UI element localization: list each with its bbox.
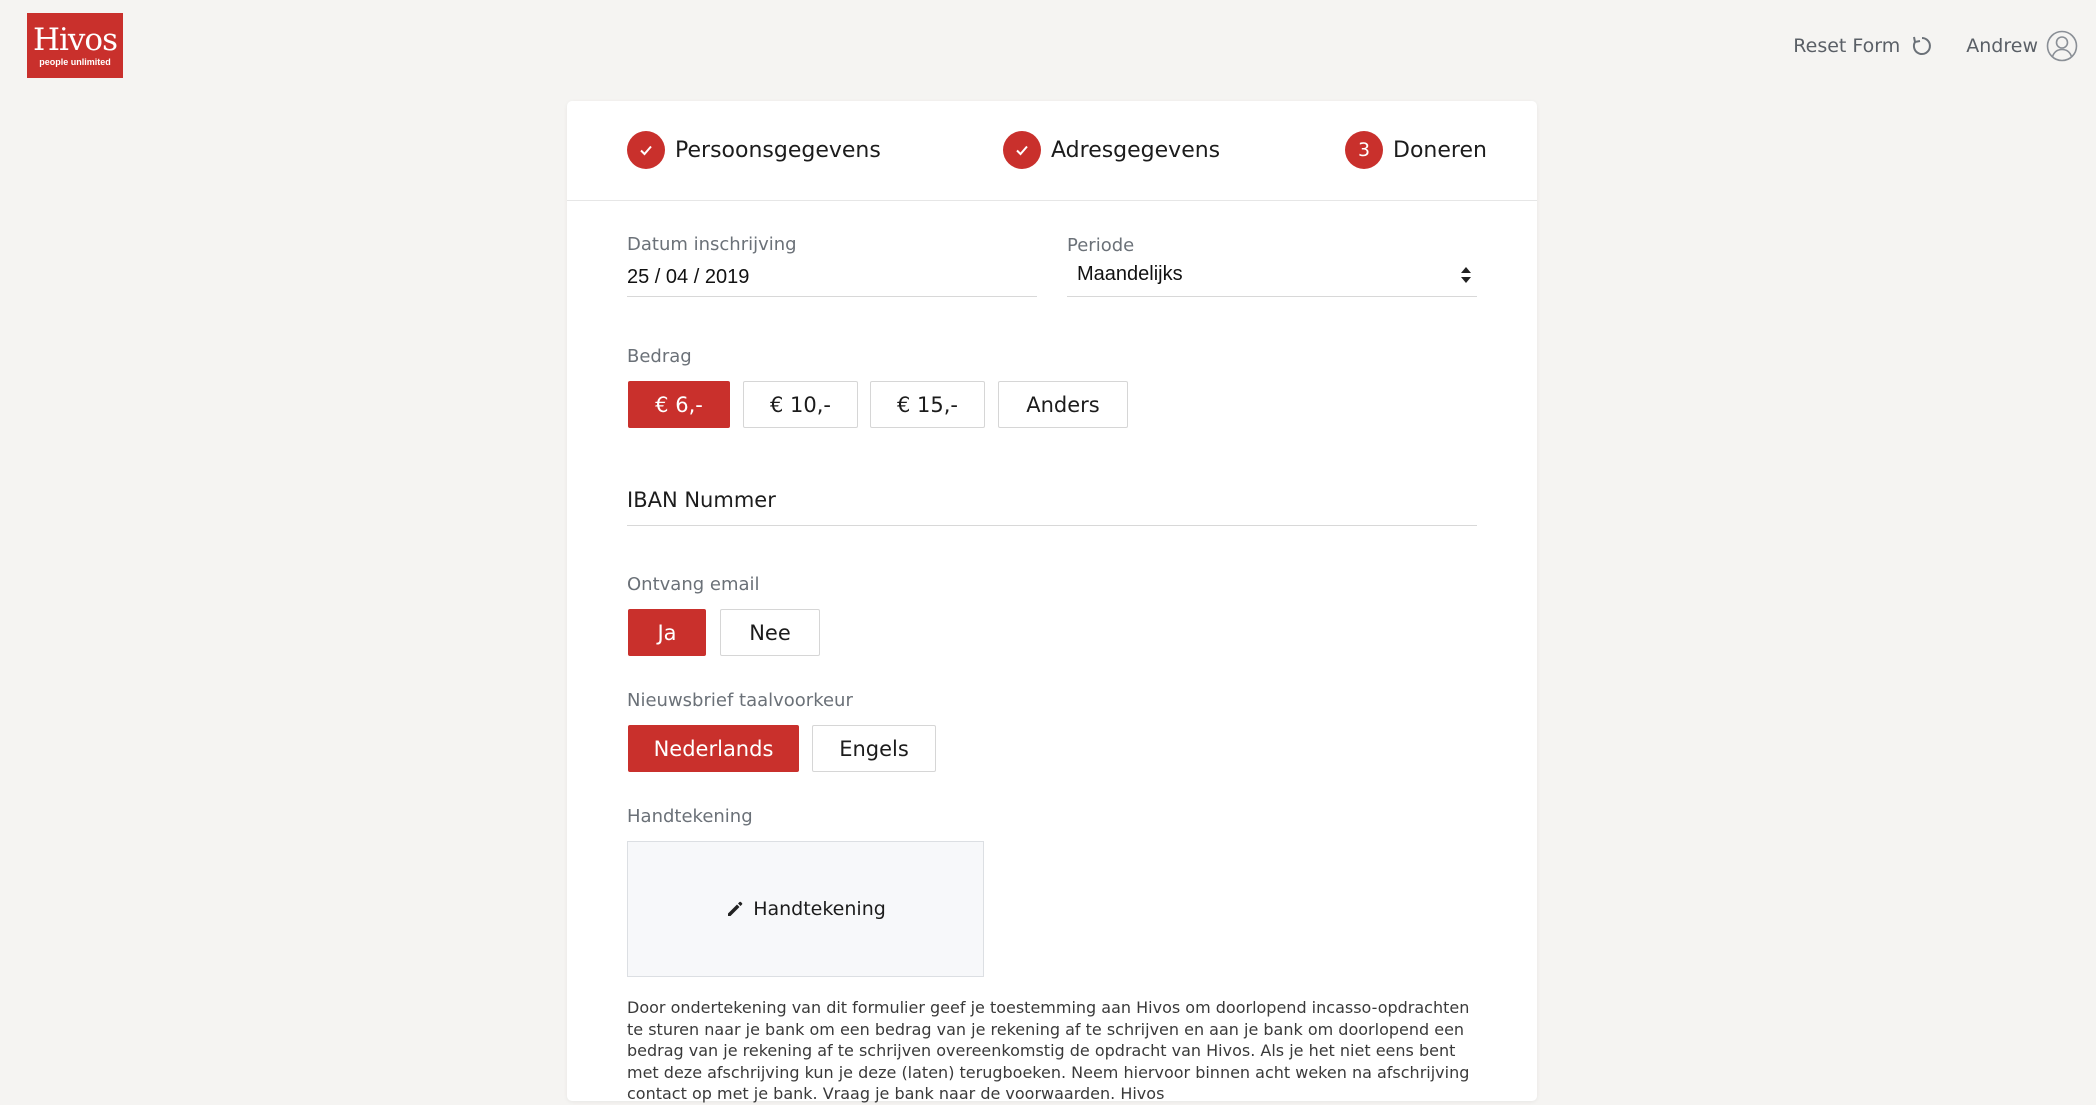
amount-option-10[interactable]: € 10,-: [743, 381, 858, 428]
step-label: Doneren: [1393, 137, 1487, 163]
top-bar: Reset Form Andrew: [1793, 30, 2078, 62]
newsletter-label: Nieuwsbrief taalvoorkeur: [627, 690, 853, 711]
date-underline: [627, 296, 1037, 297]
user-menu[interactable]: Andrew: [1966, 30, 2078, 62]
step-check-icon: [627, 131, 665, 169]
step-doneren[interactable]: 3 Doneren: [1345, 131, 1487, 169]
date-input[interactable]: 25 / 04 / 2019: [627, 266, 749, 289]
period-select[interactable]: Maandelijks: [1077, 263, 1183, 286]
period-label: Periode: [1067, 235, 1135, 256]
reset-form-label: Reset Form: [1793, 35, 1901, 57]
period-underline: [1067, 296, 1477, 297]
newsletter-option-engels[interactable]: Engels: [812, 725, 936, 772]
step-check-icon: [1003, 131, 1041, 169]
pencil-icon: [728, 901, 743, 916]
progress-steps: Persoonsgegevens Adresgegevens 3 Doneren: [567, 101, 1537, 201]
signature-button-label: Handtekening: [753, 898, 886, 920]
reset-icon: [1913, 36, 1932, 55]
logo-tagline: people unlimited: [39, 57, 111, 67]
mandate-legal-text: Door ondertekening van dit formulier gee…: [627, 998, 1470, 1103]
step-number: 3: [1345, 131, 1383, 169]
amount-option-15[interactable]: € 15,-: [870, 381, 985, 428]
iban-underline: [627, 525, 1477, 526]
signature-label: Handtekening: [627, 806, 753, 827]
amount-option-anders[interactable]: Anders: [998, 381, 1128, 428]
signature-pad[interactable]: Handtekening: [627, 841, 984, 977]
email-option-ja[interactable]: Ja: [628, 609, 706, 656]
amount-label: Bedrag: [627, 346, 692, 367]
hivos-logo[interactable]: Hivos people unlimited: [27, 13, 123, 78]
user-avatar-icon: [2046, 30, 2078, 62]
email-label: Ontvang email: [627, 574, 760, 595]
amount-option-6[interactable]: € 6,-: [628, 381, 730, 428]
email-option-nee[interactable]: Nee: [720, 609, 820, 656]
step-label: Adresgegevens: [1051, 137, 1221, 163]
logo-word: Hivos: [32, 22, 118, 58]
donation-form-card: Persoonsgegevens Adresgegevens 3 Doneren…: [567, 101, 1537, 1103]
reset-form-button[interactable]: Reset Form: [1793, 34, 1934, 58]
iban-input[interactable]: IBAN Nummer: [627, 488, 776, 512]
step-label: Persoonsgegevens: [675, 137, 881, 163]
step-adresgegevens[interactable]: Adresgegevens: [1003, 131, 1220, 169]
newsletter-option-nederlands[interactable]: Nederlands: [628, 725, 799, 772]
select-arrows-icon[interactable]: [1460, 265, 1472, 285]
user-name: Andrew: [1966, 35, 2038, 57]
step-persoonsgegevens[interactable]: Persoonsgegevens: [627, 131, 881, 169]
date-label: Datum inschrijving: [627, 234, 797, 255]
